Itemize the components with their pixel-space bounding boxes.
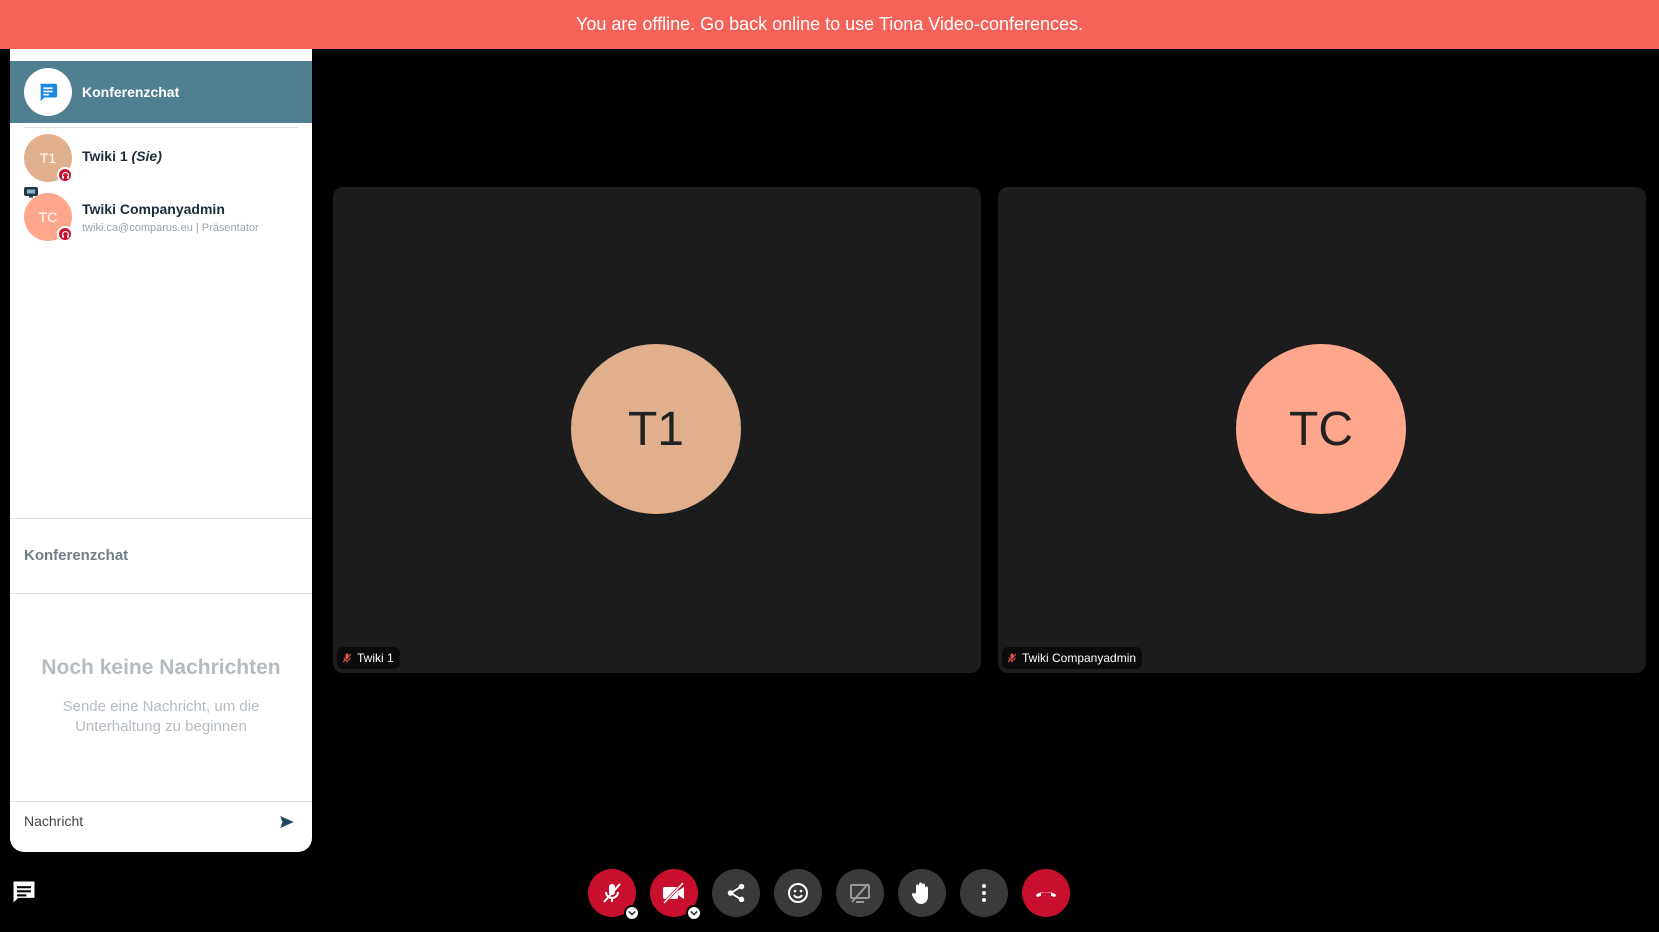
divider: [10, 801, 312, 802]
participant-item[interactable]: T1 Twiki 1 (Sie): [24, 134, 304, 184]
offline-banner: You are offline. Go back online to use T…: [0, 0, 1659, 49]
reactions-button[interactable]: [774, 869, 822, 917]
more-vertical-icon: [982, 884, 986, 902]
divider: [10, 518, 312, 519]
call-toolbar: [588, 869, 1070, 921]
empty-state-title: Noch keine Nachrichten: [41, 656, 281, 679]
video-tile[interactable]: TC Twiki Companyadmin: [998, 187, 1646, 673]
send-icon[interactable]: [278, 813, 296, 831]
share-button[interactable]: [712, 869, 760, 917]
camera-button[interactable]: [650, 869, 702, 921]
chat-icon: [24, 68, 72, 116]
chat-header-label: Konferenzchat: [82, 84, 180, 100]
video-off-icon: [662, 881, 685, 905]
tile-name-label: Twiki 1: [337, 647, 400, 669]
avatar-initials: TC: [38, 209, 58, 225]
empty-state-subtitle: Sende eine Nachricht, um die Unterhaltun…: [62, 698, 260, 735]
raise-hand-button[interactable]: [898, 869, 946, 917]
mic-off-icon: [1007, 653, 1017, 663]
hang-up-button[interactable]: [1022, 869, 1070, 917]
hand-icon: [911, 882, 928, 904]
headset-icon: [57, 167, 73, 183]
participant-item[interactable]: TC Twiki Companyadmin twiki.ca@comparus.…: [24, 187, 304, 243]
mic-off-icon: [603, 883, 621, 903]
screen-share-button[interactable]: [836, 869, 884, 917]
participant-subtitle: twiki.ca@comparus.eu | Präsentator: [82, 222, 259, 234]
tile-avatar: T1: [571, 344, 741, 514]
avatar-initials: T1: [39, 150, 57, 166]
chat-section-label: Konferenzchat: [24, 547, 129, 564]
tile-avatar: TC: [1236, 344, 1406, 514]
tile-avatar-initials: T1: [627, 402, 684, 456]
participant-name: Twiki 1 (Sie): [82, 148, 162, 164]
message-input[interactable]: [24, 809, 254, 833]
sidebar-panel: Konferenzchat T1 Twiki 1 (Sie) TC Twiki …: [10, 49, 312, 852]
chevron-down-icon[interactable]: [686, 905, 702, 921]
you-suffix: (Sie): [131, 148, 162, 164]
headset-icon: [57, 226, 73, 242]
mic-off-icon: [342, 653, 352, 663]
chevron-down-icon[interactable]: [624, 905, 640, 921]
microphone-button[interactable]: [588, 869, 640, 921]
tile-avatar-initials: TC: [1289, 402, 1353, 456]
emoji-icon: [788, 883, 808, 903]
share-icon: [727, 883, 745, 903]
video-tile[interactable]: T1 Twiki 1: [333, 187, 981, 673]
tile-name: Twiki Companyadmin: [1022, 651, 1137, 665]
tile-name: Twiki 1: [357, 651, 394, 665]
screen-share-off-icon: [850, 883, 870, 903]
offline-banner-text: You are offline. Go back online to use T…: [575, 14, 1083, 34]
conference-chat-item[interactable]: Konferenzchat: [10, 61, 312, 123]
chat-toggle-icon[interactable]: [10, 878, 38, 906]
more-options-button[interactable]: [960, 869, 1008, 917]
tile-name-label: Twiki Companyadmin: [1002, 647, 1143, 669]
participant-name: Twiki Companyadmin: [82, 201, 225, 217]
hang-up-icon: [1036, 892, 1056, 897]
divider: [10, 593, 312, 594]
divider: [24, 127, 298, 128]
